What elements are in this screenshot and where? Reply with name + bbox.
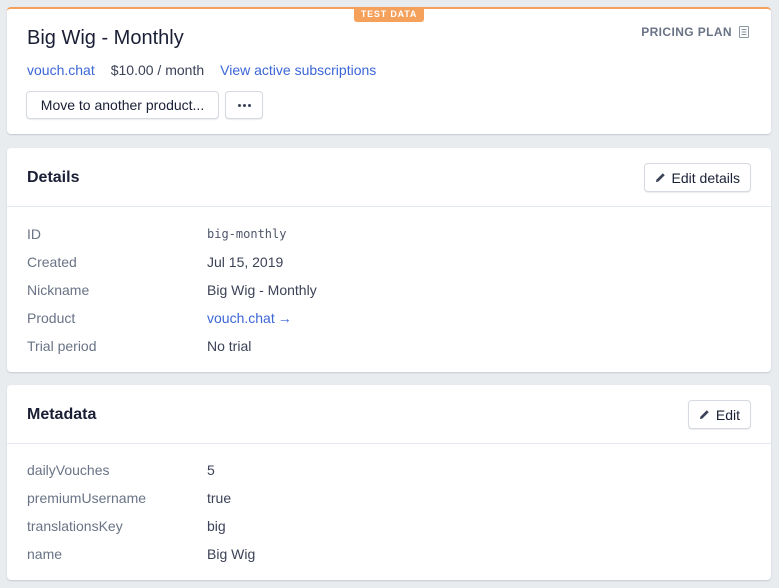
metadata-list: dailyVouches 5 premiumUsername true tran… <box>7 456 771 568</box>
product-link[interactable]: vouch.chat <box>27 62 95 78</box>
plan-id-value: big-monthly <box>207 227 287 241</box>
pricing-plan-label: PRICING PLAN <box>641 25 732 39</box>
metadata-key: translationsKey <box>27 518 123 534</box>
edit-metadata-label: Edit <box>715 406 740 423</box>
edit-details-label: Edit details <box>671 169 740 186</box>
move-to-product-button[interactable]: Move to another product... <box>26 91 219 119</box>
arrow-right-icon: → <box>277 310 292 326</box>
plan-meta: vouch.chat $10.00 / month View active su… <box>27 62 376 78</box>
detail-row-created: Created Jul 15, 2019 <box>7 248 771 276</box>
details-section: Details Edit details ID big-monthly Crea… <box>7 148 771 372</box>
metadata-value: 5 <box>207 462 215 478</box>
detail-key: ID <box>27 226 41 242</box>
edit-details-button[interactable]: Edit details <box>643 163 751 192</box>
metadata-row: dailyVouches 5 <box>7 456 771 484</box>
edit-metadata-button[interactable]: Edit <box>687 400 751 429</box>
detail-key: Product <box>27 310 76 326</box>
metadata-section: Metadata Edit dailyVouches 5 premiumUser… <box>7 385 771 580</box>
detail-row-id: ID big-monthly <box>7 220 771 248</box>
product-link-label: vouch.chat <box>207 310 275 326</box>
more-horizontal-icon <box>237 103 251 107</box>
detail-row-nickname: Nickname Big Wig - Monthly <box>7 276 771 304</box>
metadata-header: Metadata Edit <box>7 385 771 444</box>
metadata-title: Metadata <box>27 406 97 423</box>
plan-header-card: TEST DATA Big Wig - Monthly PRICING PLAN… <box>7 7 771 134</box>
page-title: Big Wig - Monthly <box>27 27 184 49</box>
metadata-row: translationsKey big <box>7 512 771 540</box>
metadata-key: premiumUsername <box>27 490 147 506</box>
nickname-value: Big Wig - Monthly <box>207 282 317 298</box>
details-list: ID big-monthly Created Jul 15, 2019 Nick… <box>7 220 771 360</box>
metadata-row: premiumUsername true <box>7 484 771 512</box>
trial-value: No trial <box>207 338 252 354</box>
metadata-key: name <box>27 546 63 562</box>
detail-row-product: Product vouch.chat → <box>7 304 771 332</box>
metadata-value: true <box>207 490 232 506</box>
object-type-label: PRICING PLAN <box>641 25 749 39</box>
pencil-icon <box>655 173 665 183</box>
detail-row-trial: Trial period No trial <box>7 332 771 360</box>
metadata-value: Big Wig <box>207 546 256 562</box>
detail-key: Created <box>27 254 77 270</box>
metadata-row: name Big Wig <box>7 540 771 568</box>
details-header: Details Edit details <box>7 148 771 207</box>
more-actions-button[interactable] <box>225 91 263 119</box>
detail-key: Nickname <box>27 282 90 298</box>
detail-key: Trial period <box>27 338 97 354</box>
view-subscriptions-link[interactable]: View active subscriptions <box>220 62 376 78</box>
pricing-plan-page: TEST DATA Big Wig - Monthly PRICING PLAN… <box>0 0 779 588</box>
pencil-icon <box>699 410 709 420</box>
test-data-badge: TEST DATA <box>354 7 424 22</box>
document-icon <box>739 26 749 38</box>
metadata-value: big <box>207 518 226 534</box>
created-value: Jul 15, 2019 <box>207 254 284 270</box>
details-title: Details <box>27 169 80 186</box>
plan-price: $10.00 / month <box>110 62 205 78</box>
product-detail-link[interactable]: vouch.chat → <box>207 310 292 326</box>
metadata-key: dailyVouches <box>27 462 110 478</box>
